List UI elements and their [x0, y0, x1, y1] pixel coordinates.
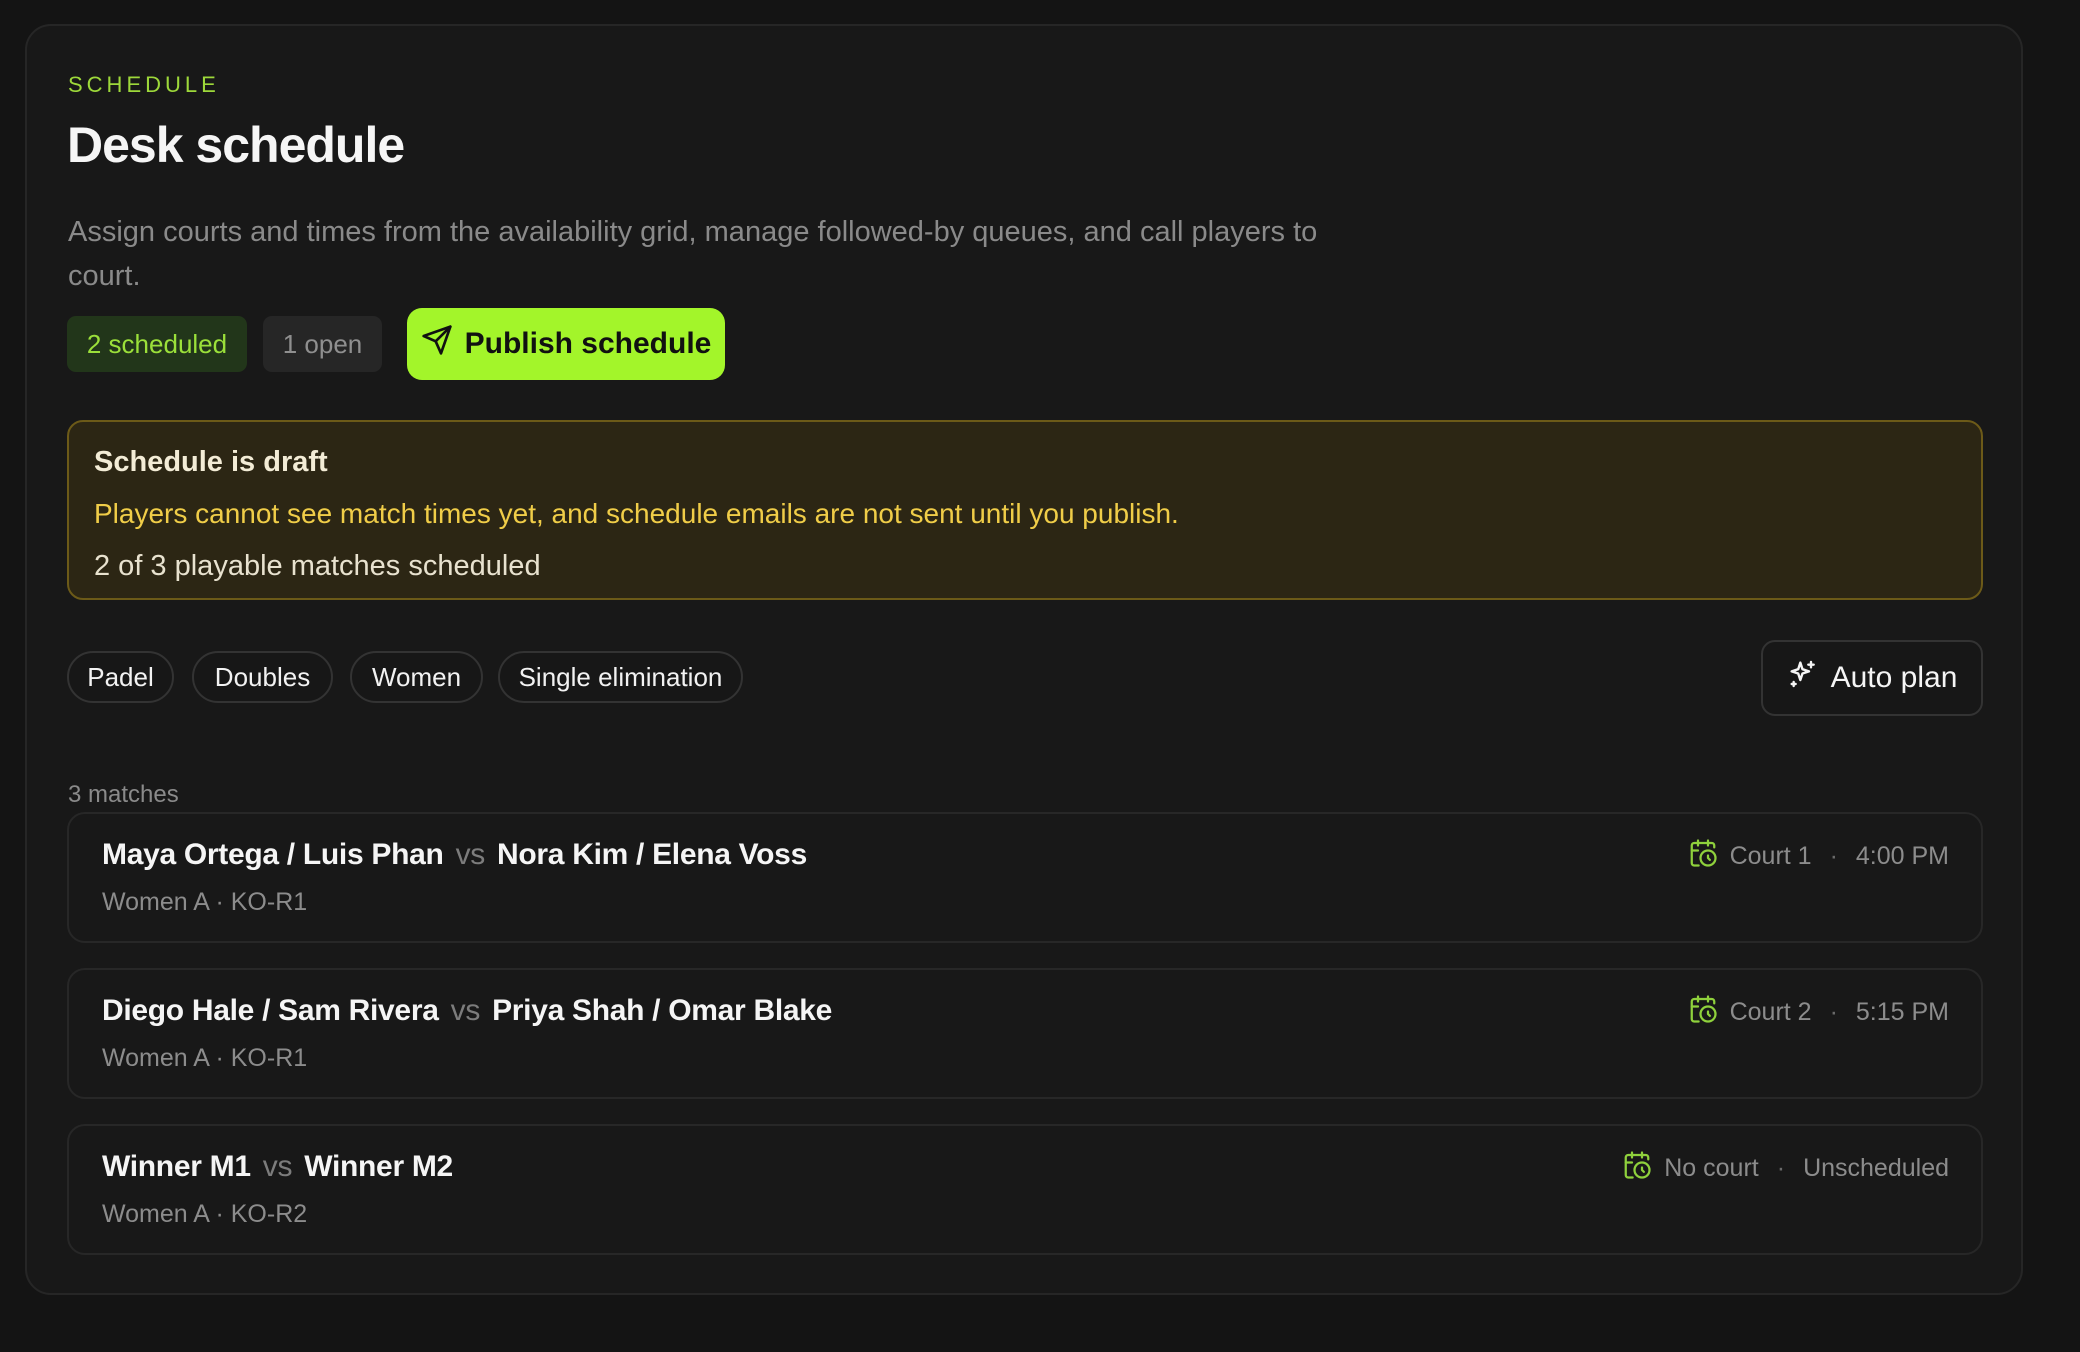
publish-schedule-label: Publish schedule — [464, 327, 712, 360]
scheduled-count-badge: 2 scheduled — [67, 316, 247, 372]
team-a: Diego Hale / Sam Rivera — [102, 994, 439, 1027]
vs-label: vs — [455, 838, 486, 871]
match-time: Unscheduled — [1803, 1154, 1949, 1182]
team-b: Priya Shah / Omar Blake — [492, 994, 833, 1027]
match-teams: Maya Ortega / Luis Phan vs Nora Kim / El… — [102, 838, 807, 872]
match-count: 3 matches — [68, 781, 179, 808]
match-time: 5:15 PM — [1855, 998, 1949, 1026]
auto-plan-button[interactable]: Auto plan — [1761, 640, 1983, 716]
vs-label: vs — [450, 994, 481, 1027]
tag-padel[interactable]: Padel — [67, 651, 174, 703]
auto-plan-label: Auto plan — [1830, 661, 1958, 694]
draft-banner-description: Players cannot see match times yet, and … — [94, 498, 1179, 529]
team-b: Nora Kim / Elena Voss — [497, 838, 807, 871]
send-icon — [421, 324, 453, 364]
open-count-badge: 1 open — [263, 316, 382, 372]
match-row[interactable]: Maya Ortega / Luis Phan vs Nora Kim / El… — [67, 812, 1983, 943]
calendar-clock-icon — [1622, 1150, 1652, 1187]
sparkles-icon — [1787, 658, 1819, 698]
match-court: Court 2 — [1729, 998, 1812, 1026]
draft-banner-title: Schedule is draft — [94, 446, 328, 478]
draft-banner-progress: 2 of 3 playable matches scheduled — [94, 550, 541, 582]
match-teams: Diego Hale / Sam Rivera vs Priya Shah / … — [102, 994, 832, 1028]
match-row[interactable]: Diego Hale / Sam Rivera vs Priya Shah / … — [67, 968, 1983, 1099]
match-slot: Court 1 · 4:00 PM — [1688, 838, 1949, 875]
match-meta: Women A · KO-R1 — [102, 888, 308, 916]
publish-schedule-button[interactable]: Publish schedule — [407, 308, 725, 380]
page-title: Desk schedule — [67, 117, 405, 173]
match-meta: Women A · KO-R1 — [102, 1044, 308, 1072]
draft-banner: Schedule is draft Players cannot see mat… — [67, 420, 1983, 600]
team-a: Winner M1 — [102, 1150, 251, 1183]
tag-doubles[interactable]: Doubles — [192, 651, 333, 703]
vs-label: vs — [262, 1150, 293, 1183]
team-b: Winner M2 — [304, 1150, 453, 1183]
calendar-clock-icon — [1688, 838, 1718, 875]
match-time: 4:00 PM — [1855, 842, 1949, 870]
match-court: Court 1 — [1729, 842, 1812, 870]
match-slot: Court 2 · 5:15 PM — [1688, 994, 1949, 1031]
section-eyebrow: SCHEDULE — [68, 72, 220, 97]
match-slot: No court · Unscheduled — [1622, 1150, 1949, 1187]
team-a: Maya Ortega / Luis Phan — [102, 838, 444, 871]
match-court: No court — [1664, 1154, 1759, 1182]
tag-single-elimination[interactable]: Single elimination — [498, 651, 743, 703]
calendar-clock-icon — [1688, 994, 1718, 1031]
tag-women[interactable]: Women — [350, 651, 483, 703]
match-teams: Winner M1 vs Winner M2 — [102, 1150, 453, 1184]
match-row[interactable]: Winner M1 vs Winner M2 Women A · KO-R2 N… — [67, 1124, 1983, 1255]
match-meta: Women A · KO-R2 — [102, 1200, 308, 1228]
schedule-card: SCHEDULE Desk schedule Assign courts and… — [25, 24, 2023, 1295]
page-subtitle: Assign courts and times from the availab… — [68, 216, 1318, 292]
